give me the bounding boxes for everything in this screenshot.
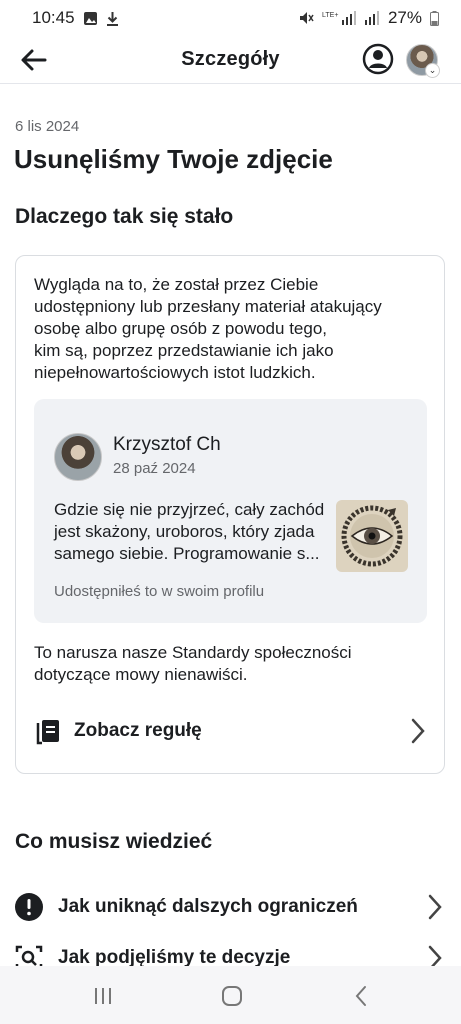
- post-thumbnail: [336, 500, 408, 572]
- removed-post-preview[interactable]: Krzysztof Ch 28 paź 2024 Gdzie się nie p…: [34, 399, 427, 623]
- exclamation-icon: [15, 893, 43, 921]
- list-item-label: Jak podjęliśmy te decyzje: [58, 947, 291, 966]
- post-date: 28 paź 2024: [113, 460, 196, 477]
- post-text-line: jest skażony, uroboros, który zjada: [54, 522, 315, 541]
- explanation-text: Wygląda na to, że został przez Ciebie ud…: [34, 274, 424, 384]
- author-avatar: [54, 433, 102, 481]
- violation-line: To narusza nasze Standardy społeczności: [34, 643, 352, 662]
- post-text: Gdzie się nie przyjrzeć, cały zachód jes…: [54, 499, 331, 565]
- signal-icon: [364, 11, 379, 25]
- magnifier-icon: [15, 945, 43, 966]
- explanation-line: Wygląda na to, że został przez Ciebie: [34, 275, 319, 294]
- status-time: 10:45: [32, 8, 75, 27]
- post-shared-note: Udostępniłeś to w swoim profilu: [54, 583, 265, 600]
- recent-apps-icon: [95, 988, 111, 1004]
- lte-signal-icon: LTE+: [322, 11, 356, 25]
- know-heading: Co musisz wiedzieć: [15, 830, 213, 853]
- rulebook-icon: [36, 720, 59, 745]
- home-icon: [222, 986, 242, 1006]
- explanation-line: osobę albo grupę osób z powodu tego,: [34, 319, 328, 338]
- recent-apps-button[interactable]: [89, 982, 117, 1010]
- account-button[interactable]: [362, 43, 394, 75]
- back-chevron-icon: [355, 986, 366, 1006]
- notice-title: Usunęliśmy Twoje zdjęcie: [14, 144, 333, 174]
- chevron-right-icon: [428, 894, 442, 920]
- notice-date: 6 lis 2024: [15, 118, 80, 135]
- list-item-label: Jak uniknąć dalszych ograniczeń: [58, 896, 358, 917]
- explanation-line: kim są, poprzez przedstawianie ich jako: [34, 341, 334, 360]
- violation-text: To narusza nasze Standardy społeczności …: [34, 642, 424, 686]
- ouroboros-eye-image: [341, 505, 403, 567]
- explanation-line: udostępniony lub przesłany materiał atak…: [34, 297, 382, 316]
- status-bar: 10:45 LTE+ 27%: [0, 0, 461, 36]
- chevron-right-icon: [428, 945, 442, 966]
- view-rule-link[interactable]: Zobacz regułę: [30, 708, 432, 754]
- account-icon: [362, 43, 394, 75]
- chevron-right-icon: [411, 718, 425, 744]
- explanation-line: niepełnowartościowych istot ludzkich.: [34, 363, 316, 382]
- home-button[interactable]: [218, 982, 246, 1010]
- app-bar: Szczegóły ⌄: [0, 36, 461, 84]
- battery-icon: [430, 10, 439, 26]
- profile-switch-button[interactable]: ⌄: [406, 44, 440, 78]
- how-we-decided-link[interactable]: Jak podjęliśmy te decyzje: [15, 938, 445, 966]
- chevron-down-icon: ⌄: [425, 63, 440, 78]
- violation-line: dotyczące mowy nienawiści.: [34, 665, 248, 684]
- why-heading: Dlaczego tak się stało: [15, 205, 234, 228]
- battery-percent: 27%: [387, 8, 422, 27]
- mute-icon: [299, 12, 314, 24]
- download-icon: [106, 11, 118, 26]
- post-text-line: samego siebie. Programowanie s...: [54, 544, 320, 563]
- avoid-restrictions-link[interactable]: Jak uniknąć dalszych ograniczeń: [15, 887, 445, 927]
- decision-card: Wygląda na to, że został przez Ciebie ud…: [15, 255, 445, 774]
- post-author: Krzysztof Ch: [113, 434, 221, 455]
- svg-text:LTE+: LTE+: [322, 12, 338, 19]
- post-text-line: Gdzie się nie przyjrzeć, cały zachód: [54, 500, 325, 519]
- view-rule-label: Zobacz regułę: [74, 720, 202, 741]
- gallery-icon: [83, 11, 97, 25]
- system-nav-bar: [0, 966, 461, 1024]
- system-back-button[interactable]: [348, 982, 376, 1010]
